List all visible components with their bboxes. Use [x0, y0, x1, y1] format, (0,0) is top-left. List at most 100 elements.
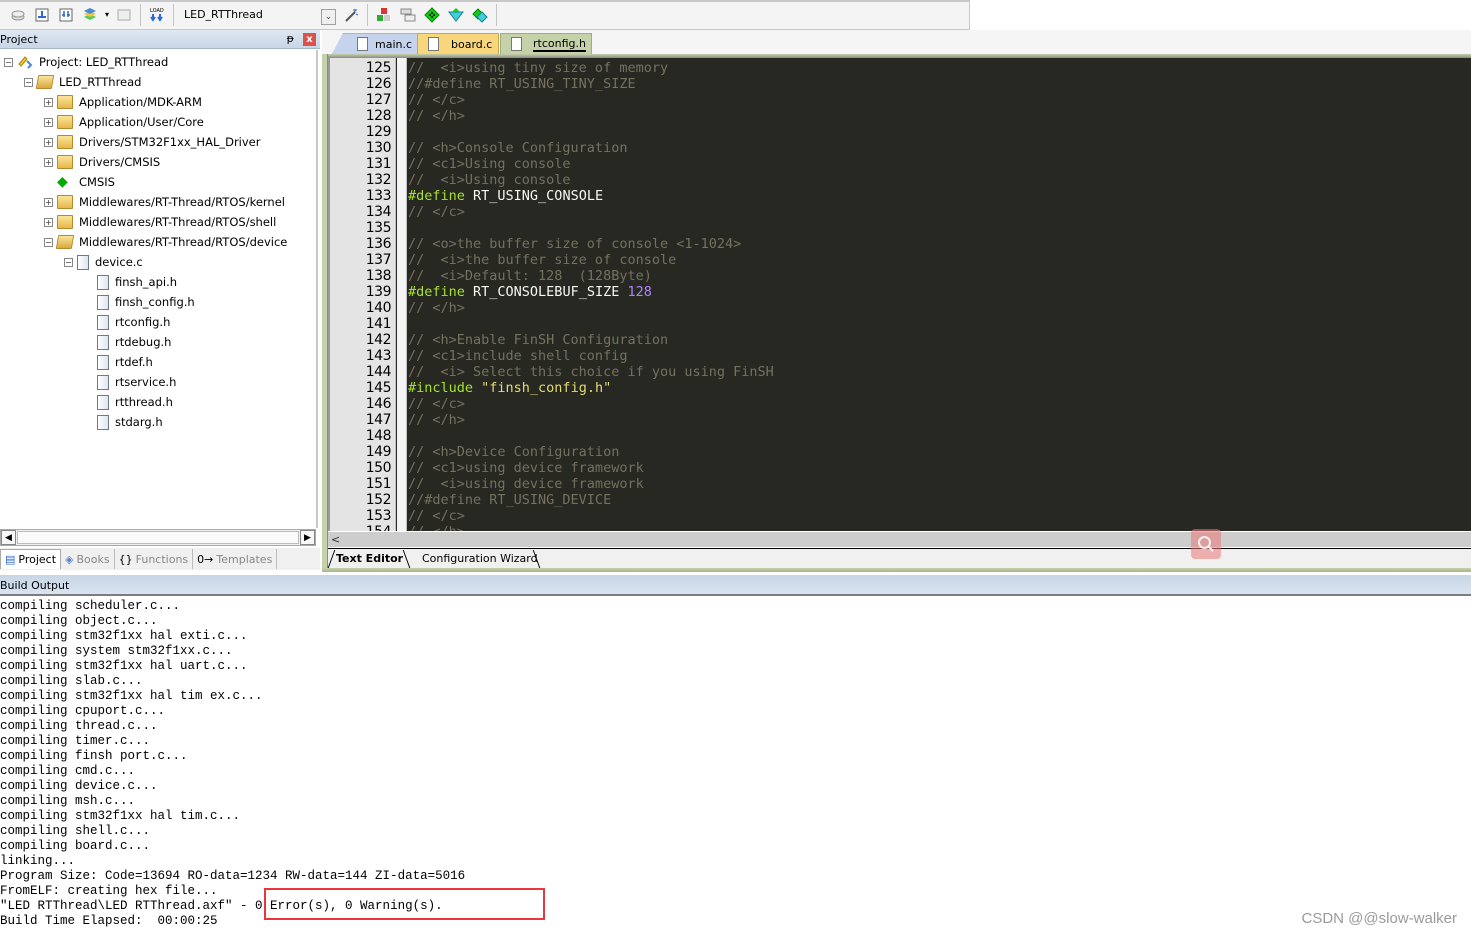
code-line: 150 // <c1>using device framework: [330, 460, 1470, 476]
tree-item[interactable]: rtdef.h: [84, 352, 153, 372]
tree-item[interactable]: + Middlewares/RT-Thread/RTOS/kernel: [44, 192, 285, 212]
tab-books[interactable]: ◈ Books: [61, 549, 115, 569]
build-icon[interactable]: [31, 4, 53, 26]
tree-item-label: finsh_config.h: [115, 295, 195, 309]
dropdown-arrow-icon[interactable]: ▾: [103, 4, 111, 26]
scroll-left-arrow-icon[interactable]: <: [331, 532, 340, 547]
expand-icon[interactable]: +: [44, 197, 53, 207]
collapse-icon[interactable]: −: [64, 257, 73, 267]
expand-icon[interactable]: +: [44, 137, 53, 147]
translate-icon[interactable]: [7, 4, 29, 26]
tree-item[interactable]: − Middlewares/RT-Thread/RTOS/device: [44, 232, 287, 252]
tree-item[interactable]: ◆ CMSIS: [44, 172, 115, 192]
pin-icon[interactable]: ᵽ: [287, 32, 294, 45]
expand-icon[interactable]: +: [44, 97, 53, 107]
tree-item[interactable]: − LED_RTThread: [24, 72, 141, 92]
tree-item[interactable]: finsh_api.h: [84, 272, 177, 292]
tree-item[interactable]: stdarg.h: [84, 412, 163, 432]
tree-item[interactable]: − Project: LED_RTThread: [4, 52, 168, 72]
code-text: // </c>: [408, 204, 465, 220]
expand-icon[interactable]: +: [44, 157, 53, 167]
tab-project[interactable]: ▤ Project: [0, 549, 62, 569]
project-items-icon[interactable]: [397, 4, 419, 26]
functions-icon: {}: [118, 552, 133, 566]
stop-build-icon[interactable]: [113, 4, 135, 26]
floating-search-button[interactable]: [1191, 529, 1221, 559]
code-text: // <i>Using console: [408, 172, 571, 188]
editor-horizontal-scrollbar[interactable]: <: [328, 531, 1471, 547]
line-number: 141: [365, 316, 392, 332]
code-line: 136 // <o>the buffer size of console <1-1…: [330, 236, 1470, 252]
build-output-line: compiling device.c...: [0, 779, 158, 793]
tree-item[interactable]: rtthread.h: [84, 392, 173, 412]
collapse-icon[interactable]: −: [4, 57, 13, 67]
tree-item-label: rtthread.h: [115, 395, 173, 409]
tree-item[interactable]: rtdebug.h: [84, 332, 171, 352]
target-select[interactable]: LED_RTThread ⌄: [184, 4, 336, 26]
code-token: // </c>: [408, 396, 465, 412]
close-icon[interactable]: x: [303, 33, 316, 46]
code-token: // <o>the buffer size of console <1-1024…: [408, 236, 742, 252]
scrollbar-thumb[interactable]: [17, 531, 299, 544]
download-load-icon[interactable]: LOAD: [146, 4, 168, 26]
tree-item[interactable]: + Middlewares/RT-Thread/RTOS/shell: [44, 212, 276, 232]
tab-templates[interactable]: 0→ Templates: [193, 549, 278, 569]
rebuild-icon[interactable]: [55, 4, 77, 26]
build-output-line: Build Time Elapsed: 00:00:25: [0, 914, 218, 928]
tree-item-label: Drivers/STM32F1xx_HAL_Driver: [79, 135, 261, 149]
tree-item[interactable]: − device.c: [64, 252, 143, 272]
line-number: 126: [365, 76, 392, 92]
build-output-panel[interactable]: compiling scheduler.c... compiling object…: [0, 598, 1471, 936]
collapse-icon[interactable]: −: [24, 77, 33, 87]
code-text: // </c>: [408, 92, 465, 108]
line-number: 149: [365, 444, 392, 460]
code-text: // </h>: [408, 412, 465, 428]
chevron-down-icon[interactable]: ⌄: [321, 8, 336, 25]
build-output-line: FromELF: creating hex file...: [0, 884, 218, 898]
tree-item-label: LED_RTThread: [59, 75, 142, 89]
batch-build-icon[interactable]: [79, 4, 101, 26]
expand-icon[interactable]: +: [44, 117, 53, 127]
tab-label: Templates: [216, 552, 273, 566]
tree-item[interactable]: + Drivers/STM32F1xx_HAL_Driver: [44, 132, 260, 152]
tab-divider: [327, 550, 336, 568]
tree-item-label: Project: LED_RTThread: [39, 55, 169, 69]
tree-item[interactable]: + Drivers/CMSIS: [44, 152, 160, 172]
toolbar-separator: [173, 3, 174, 26]
code-token: // </h>: [408, 300, 465, 316]
tree-item-label: rtdebug.h: [115, 335, 172, 349]
build-output-line: Program Size: Code=13694 RO-data=1234 RW…: [0, 869, 466, 883]
tree-item[interactable]: rtservice.h: [84, 372, 176, 392]
scroll-right-arrow-icon[interactable]: ▶: [300, 530, 315, 545]
tree-item[interactable]: finsh_config.h: [84, 292, 195, 312]
tab-main-c[interactable]: main.c: [332, 33, 422, 54]
code-text: // <o>the buffer size of console <1-1024…: [408, 236, 741, 252]
collapse-icon[interactable]: −: [44, 237, 53, 247]
code-text: // <h>Device Configuration: [408, 444, 619, 460]
tree-item[interactable]: rtconfig.h: [84, 312, 170, 332]
run-time-env-icon[interactable]: [421, 4, 443, 26]
tab-configuration-wizard[interactable]: Configuration Wizard: [422, 550, 538, 568]
build-output-line: compiling thread.c...: [0, 719, 158, 733]
tab-board-c[interactable]: board.c: [417, 33, 499, 54]
folder-icon: [57, 95, 73, 109]
project-horizontal-scrollbar[interactable]: ◀ ▶: [0, 529, 316, 546]
tab-text-editor[interactable]: Text Editor: [336, 550, 403, 568]
toolbar-top-border: [0, 0, 970, 2]
manage-components-icon[interactable]: [373, 4, 395, 26]
scroll-left-arrow-icon[interactable]: ◀: [1, 530, 16, 545]
tree-item-label: rtdef.h: [115, 355, 153, 369]
code-editor[interactable]: 125 // <i>using tiny size of memory 126 //#…: [328, 58, 1471, 531]
code-line: 140 // </h>: [330, 300, 1470, 316]
pack-installer-icon[interactable]: [469, 4, 491, 26]
tree-item[interactable]: + Application/User/Core: [44, 112, 204, 132]
tree-item[interactable]: + Application/MDK-ARM: [44, 92, 202, 112]
tab-functions[interactable]: {} Functions: [115, 549, 194, 569]
code-text: //#define RT_USING_TINY_SIZE: [408, 76, 636, 92]
file-icon: [97, 314, 109, 330]
select-pack-icon[interactable]: [445, 4, 467, 26]
options-wand-icon[interactable]: [340, 4, 362, 26]
expand-icon[interactable]: +: [44, 217, 53, 227]
tab-rtconfig-h[interactable]: rtconfig.h: [500, 33, 592, 54]
project-icon: [17, 55, 33, 69]
